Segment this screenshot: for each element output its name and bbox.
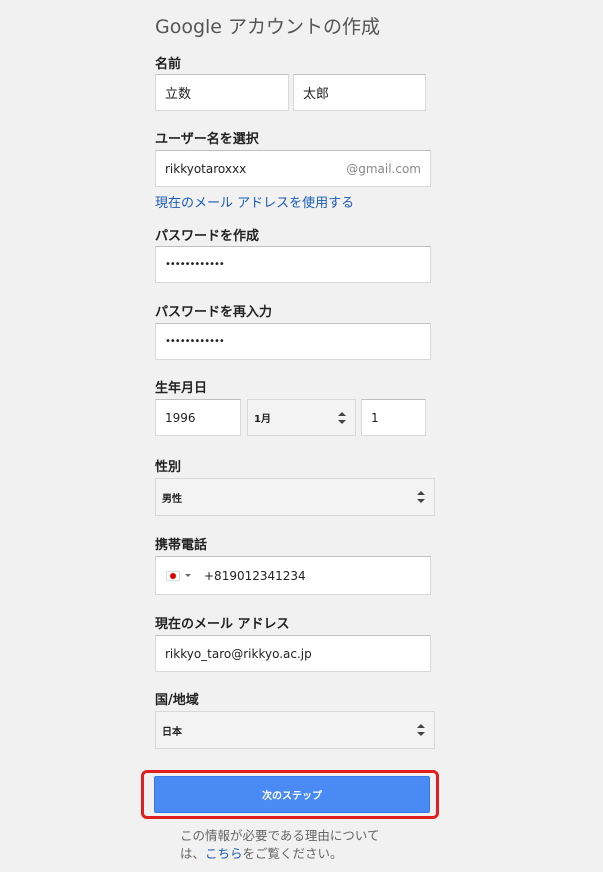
last-name-input[interactable]: 立数 [155,74,289,111]
birth-year-value: 1996 [165,410,196,425]
footnote-prefix: は、 [180,846,206,861]
name-label: 名前 [155,57,182,72]
footnote-line2: は、こちらをご覧ください。 [180,845,410,863]
country-value: 日本 [162,726,182,738]
phone-label: 携帯電話 [155,538,208,553]
username-value: rikkyotaroxxx [165,161,247,176]
password-confirm-value: •••••••••••• [165,336,225,347]
updown-arrow-icon [338,411,346,424]
birth-day-input[interactable]: 1 [361,399,426,436]
first-name-input[interactable]: 太郎 [293,74,426,111]
chevron-down-icon [185,574,191,577]
gender-value: 男性 [162,493,182,505]
japan-flag-icon [166,570,180,581]
birthday-label: 生年月日 [155,381,208,396]
current-email-input[interactable]: rikkyo_taro@rikkyo.ac.jp [155,635,431,672]
username-input[interactable]: rikkyotaroxxx @gmail.com [155,150,431,187]
country-code-dropdown[interactable] [166,570,191,581]
footnote-line1: この情報が必要である理由について [180,828,380,843]
footnote: この情報が必要である理由について は、こちらをご覧ください。 [180,827,410,863]
password-input[interactable]: •••••••••••• [155,246,431,283]
birth-month-select[interactable]: 1月 [247,399,356,436]
phone-value: +819012341234 [204,568,306,583]
country-select[interactable]: 日本 [155,711,435,749]
birth-year-input[interactable]: 1996 [155,399,241,436]
password-value: •••••••••••• [165,259,225,270]
country-label: 国/地域 [155,693,199,708]
here-link[interactable]: こちら [205,846,243,861]
current-email-label: 現在のメール アドレス [155,617,290,632]
current-email-value: rikkyo_taro@rikkyo.ac.jp [165,646,312,661]
first-name-value: 太郎 [303,87,330,102]
gender-select[interactable]: 男性 [155,478,435,516]
password-confirm-label: パスワードを再入力 [155,305,273,320]
phone-input[interactable]: +819012341234 [155,556,431,595]
page-title: Google アカウントの作成 [155,16,381,38]
password-confirm-input[interactable]: •••••••••••• [155,323,431,360]
use-current-email-link[interactable]: 現在のメール アドレスを使用する [155,192,354,211]
footnote-suffix: をご覧ください。 [242,846,343,861]
birth-month-value: 1月 [254,414,271,425]
password-label: パスワードを作成 [155,229,260,244]
gender-label: 性別 [155,460,182,475]
updown-arrow-icon [417,491,425,503]
username-label: ユーザー名を選択 [155,132,259,147]
last-name-value: 立数 [165,87,192,102]
highlight-box [141,770,439,819]
gmail-suffix: @gmail.com [346,161,421,176]
birth-day-value: 1 [371,410,379,425]
updown-arrow-icon [417,724,425,736]
